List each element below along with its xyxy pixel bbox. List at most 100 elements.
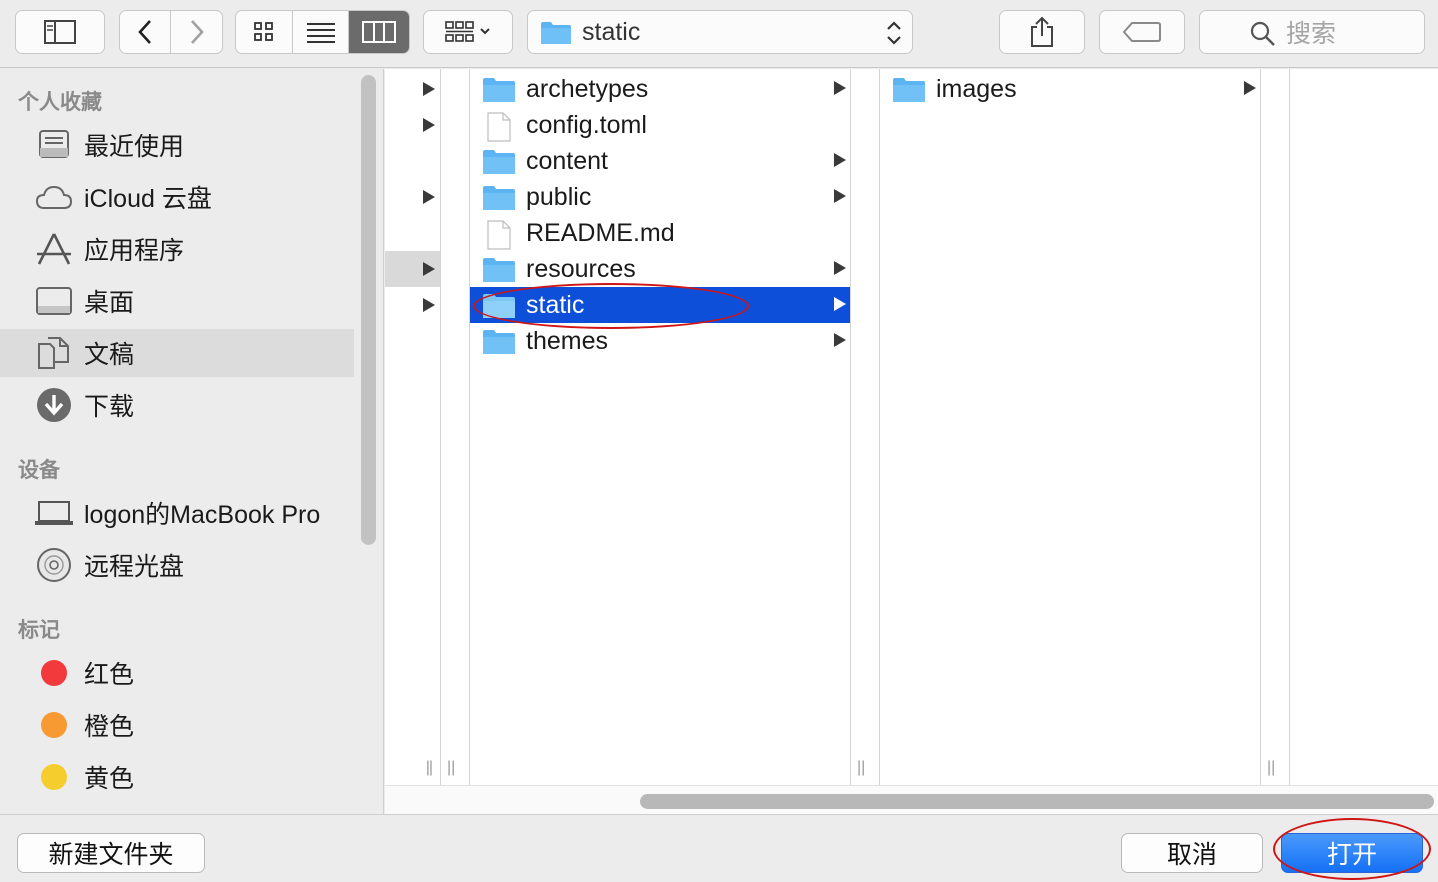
disclosure-arrow-icon <box>834 297 846 311</box>
parent-row[interactable] <box>385 179 440 215</box>
sidebar-item-documents[interactable]: 文稿 <box>0 329 354 377</box>
parent-row-selected[interactable] <box>385 251 440 287</box>
file-row[interactable]: README.md <box>470 215 850 251</box>
disclosure-arrow-icon <box>423 298 435 312</box>
search-placeholder: 搜索 <box>1286 20 1337 48</box>
orange-tag-icon <box>34 709 74 741</box>
folder-icon <box>482 76 516 103</box>
item-name: public <box>526 182 592 211</box>
sidebar-item-tag-yellow[interactable]: 黄色 <box>0 753 354 801</box>
column-resize-handle[interactable]: || <box>857 759 865 777</box>
document-icon <box>482 220 516 250</box>
folder-icon <box>482 256 516 283</box>
recents-icon <box>34 129 74 161</box>
column-resize-handle[interactable]: || <box>426 759 433 777</box>
sidebar-item-desktop[interactable]: 桌面 <box>0 277 354 325</box>
new-folder-button[interactable]: 新建文件夹 <box>17 833 205 873</box>
sidebar-item-label: 黄色 <box>84 765 135 793</box>
sidebar-item-recents[interactable]: 最近使用 <box>0 121 354 169</box>
folder-row[interactable]: resources <box>470 251 850 287</box>
chevron-left-icon <box>138 20 151 44</box>
item-name: config.toml <box>526 110 647 139</box>
toolbar: static 搜索 <box>0 0 1438 68</box>
grid-icon <box>254 22 274 41</box>
horizontal-scroll-thumb[interactable] <box>640 794 1434 809</box>
sidebar-scrollbar[interactable] <box>361 75 376 545</box>
folder-row[interactable]: public <box>470 179 850 215</box>
cancel-button[interactable]: 取消 <box>1121 833 1263 873</box>
tag-icon <box>1122 22 1161 42</box>
sidebar-item-tag-orange[interactable]: 橙色 <box>0 701 354 749</box>
parent-row[interactable] <box>385 107 440 143</box>
item-name: resources <box>526 254 636 283</box>
parent-row[interactable] <box>385 71 440 107</box>
folder-row[interactable]: images <box>880 71 1260 107</box>
folder-row[interactable]: themes <box>470 323 850 359</box>
folder-row[interactable]: content <box>470 143 850 179</box>
columns-icon <box>361 21 396 43</box>
disclosure-arrow-icon <box>834 333 846 347</box>
sidebar-item-label: 最近使用 <box>84 133 185 161</box>
column-1: || <box>385 69 441 785</box>
sidebar-item-tag-red[interactable]: 红色 <box>0 649 354 697</box>
disclosure-arrow-icon <box>834 261 846 275</box>
chevron-right-icon <box>190 20 204 44</box>
folder-row[interactable]: archetypes <box>470 71 850 107</box>
sidebar-item-downloads[interactable]: 下载 <box>0 381 354 429</box>
list-view-button[interactable] <box>293 11 349 53</box>
yellow-tag-icon <box>34 761 74 793</box>
path-popup[interactable]: static <box>527 10 913 54</box>
updown-chevron-icon <box>887 21 901 45</box>
item-name: images <box>936 74 1017 103</box>
share-button[interactable] <box>999 10 1085 54</box>
tags-header: 标记 <box>18 619 60 642</box>
sidebar-item-icloud[interactable]: iCloud 云盘 <box>0 173 354 221</box>
sidebar-item-label: iCloud 云盘 <box>84 185 212 213</box>
disclosure-arrow-icon <box>834 81 846 95</box>
sidebar-item-label: 文稿 <box>84 341 135 369</box>
column-resize-handle[interactable]: || <box>1267 759 1275 777</box>
forward-button[interactable] <box>171 11 222 53</box>
group-by-button[interactable] <box>423 10 513 54</box>
folder-row[interactable]: static <box>470 287 850 323</box>
downloads-icon <box>34 388 74 422</box>
column-browser: || archetypes config.toml content public REA… <box>385 69 1438 785</box>
search-field[interactable]: 搜索 <box>1199 10 1425 54</box>
column-2: archetypes config.toml content public README… <box>469 69 851 785</box>
item-name: content <box>526 146 609 175</box>
column-view-button[interactable] <box>348 11 409 53</box>
file-row[interactable]: config.toml <box>470 107 850 143</box>
open-button[interactable]: 打开 <box>1281 833 1423 873</box>
sidebar-item-label: 橙色 <box>84 713 135 741</box>
column-4 <box>1289 69 1438 785</box>
sidebar: 个人收藏 最近使用 iCloud 云盘 应用程序 桌面 文稿 下载 设备 log… <box>0 69 384 814</box>
sidebar-item-macbook[interactable]: logon的MacBook Pro <box>0 489 354 537</box>
horizontal-scrollbar[interactable] <box>385 785 1438 814</box>
disc-icon <box>34 548 74 582</box>
item-name: README.md <box>526 218 675 247</box>
applications-icon <box>34 233 74 265</box>
back-button[interactable] <box>120 11 172 53</box>
disclosure-arrow-icon <box>423 190 435 204</box>
bottom-bar: 新建文件夹 取消 打开 <box>0 814 1438 882</box>
sidebar-toggle-button[interactable] <box>15 10 105 54</box>
document-icon <box>482 112 516 142</box>
icloud-icon <box>34 181 74 213</box>
disclosure-arrow-icon <box>834 189 846 203</box>
sidebar-item-remote-disc[interactable]: 远程光盘 <box>0 541 354 589</box>
icon-view-button[interactable] <box>236 11 294 53</box>
sidebar-item-applications[interactable]: 应用程序 <box>0 225 354 273</box>
item-name: archetypes <box>526 74 649 103</box>
view-mode-segment <box>235 10 410 54</box>
favorites-header: 个人收藏 <box>18 91 102 114</box>
column-resize-handle[interactable]: || <box>447 759 455 777</box>
sidebar-item-label: 下载 <box>84 393 135 421</box>
folder-icon <box>892 76 926 103</box>
sidebar-item-label: 桌面 <box>84 289 135 317</box>
search-icon <box>1250 21 1275 46</box>
disclosure-arrow-icon <box>834 153 846 167</box>
sidebar-icon <box>44 20 76 44</box>
sidebar-item-label: 红色 <box>84 661 135 689</box>
parent-row[interactable] <box>385 287 440 323</box>
tag-button[interactable] <box>1099 10 1185 54</box>
